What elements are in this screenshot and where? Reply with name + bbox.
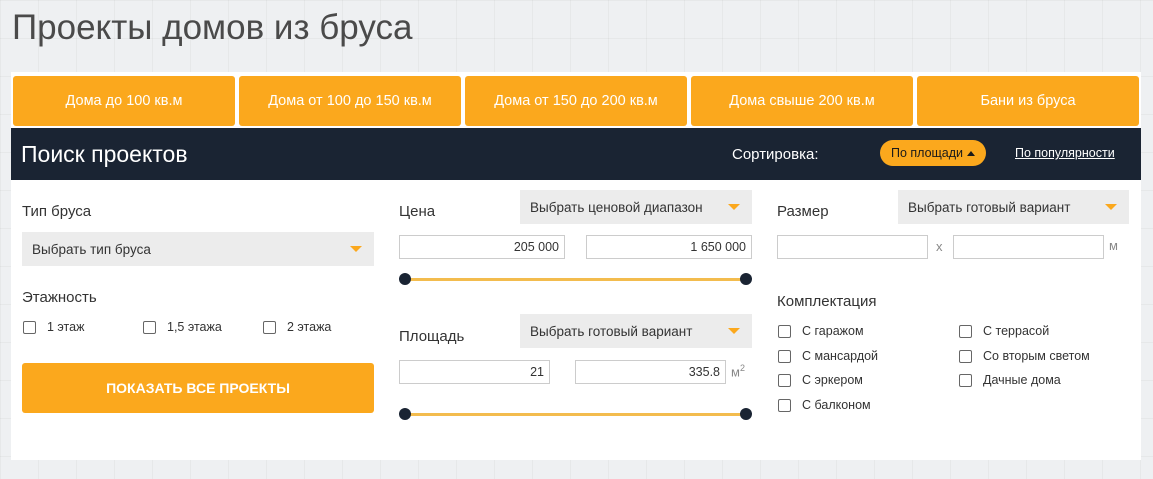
page-title: Проекты домов из бруса <box>12 8 413 47</box>
chevron-down-icon <box>728 328 740 334</box>
beam-type-label: Тип бруса <box>22 203 92 220</box>
size-length-input[interactable] <box>953 235 1104 259</box>
checkbox-icon[interactable] <box>778 324 791 338</box>
tab-over-200[interactable]: Дома свыше 200 кв.м <box>691 76 913 126</box>
chevron-down-icon <box>1105 204 1117 210</box>
area-max-input[interactable]: 335.8 <box>575 360 726 384</box>
floor-option-2[interactable]: 2 этажа <box>263 320 331 334</box>
chevron-down-icon <box>728 204 740 210</box>
size-preset-select[interactable]: Выбрать готовый вариант <box>898 190 1129 224</box>
area-unit: м2 <box>731 363 745 379</box>
equip-balcony[interactable]: С балконом <box>778 398 871 412</box>
price-label: Цена <box>399 203 436 220</box>
equip-option-label: С мансардой <box>802 349 879 363</box>
checkbox-icon[interactable] <box>23 320 36 334</box>
checkbox-icon[interactable] <box>959 324 972 338</box>
equip-option-label: С эркером <box>802 373 863 387</box>
floor-option-label: 1,5 этажа <box>167 320 222 334</box>
floor-option-label: 2 этажа <box>287 320 332 334</box>
checkbox-icon[interactable] <box>959 349 972 363</box>
equip-bay-window[interactable]: С эркером <box>778 373 863 387</box>
checkbox-icon[interactable] <box>959 373 972 387</box>
search-header: Поиск проектов Сортировка: По площади По… <box>11 128 1141 180</box>
floors-label: Этажность <box>22 289 97 306</box>
size-unit: м <box>1109 238 1118 253</box>
equip-option-label: Со вторым светом <box>983 349 1090 363</box>
chevron-down-icon <box>350 246 362 252</box>
area-preset-select-value: Выбрать готовый вариант <box>530 323 693 339</box>
area-unit-sup: 2 <box>739 363 745 373</box>
equipment-label: Комплектация <box>777 293 877 310</box>
area-slider-min-handle[interactable] <box>399 408 411 420</box>
size-width-input[interactable] <box>777 235 928 259</box>
equip-garage[interactable]: С гаражом <box>778 324 864 338</box>
checkbox-icon[interactable] <box>778 349 791 363</box>
area-min-input[interactable]: 21 <box>399 360 550 384</box>
category-tabs: Дома до 100 кв.м Дома от 100 до 150 кв.м… <box>13 76 1141 126</box>
tab-saunas[interactable]: Бани из бруса <box>917 76 1139 126</box>
area-slider-max-handle[interactable] <box>740 408 752 420</box>
tab-100-150[interactable]: Дома от 100 до 150 кв.м <box>239 76 461 126</box>
checkbox-icon[interactable] <box>263 320 276 334</box>
beam-type-select-value: Выбрать тип бруса <box>32 241 151 257</box>
equip-cottage[interactable]: Дачные дома <box>959 373 1061 387</box>
checkbox-icon[interactable] <box>778 373 791 387</box>
equip-option-label: С балконом <box>802 398 871 412</box>
price-range-select[interactable]: Выбрать ценовой диапазон <box>520 190 752 224</box>
search-title: Поиск проектов <box>21 141 188 167</box>
sort-up-icon <box>967 150 976 156</box>
catalog-panel: Дома до 100 кв.м Дома от 100 до 150 кв.м… <box>11 72 1141 460</box>
tab-up-to-100[interactable]: Дома до 100 кв.м <box>13 76 235 126</box>
equip-option-label: Дачные дома <box>983 373 1061 387</box>
show-all-projects-button[interactable]: ПОКАЗАТЬ ВСЕ ПРОЕКТЫ <box>22 363 374 413</box>
size-label: Размер <box>777 203 829 220</box>
equip-option-label: С террасой <box>983 324 1050 338</box>
checkbox-icon[interactable] <box>778 398 791 412</box>
checkbox-icon[interactable] <box>143 320 156 334</box>
tab-150-200[interactable]: Дома от 150 до 200 кв.м <box>465 76 687 126</box>
price-slider-max-handle[interactable] <box>740 273 752 285</box>
size-preset-select-value: Выбрать готовый вариант <box>908 199 1071 215</box>
sort-by-popularity-link[interactable]: По популярности <box>1015 146 1115 160</box>
floor-option-label: 1 этаж <box>47 320 85 334</box>
price-min-input[interactable]: 205 000 <box>399 235 565 259</box>
price-max-input[interactable]: 1 650 000 <box>586 235 752 259</box>
area-label: Площадь <box>399 328 465 345</box>
equip-attic[interactable]: С мансардой <box>778 349 878 363</box>
equip-terrace[interactable]: С террасой <box>959 324 1049 338</box>
equip-option-label: С гаражом <box>802 324 864 338</box>
sort-by-area-label: По площади <box>890 146 964 160</box>
sort-by-area-button[interactable]: По площади <box>880 140 986 166</box>
area-slider-track[interactable] <box>405 413 745 416</box>
floor-option-1-5[interactable]: 1,5 этажа <box>143 320 222 334</box>
floor-option-1[interactable]: 1 этаж <box>23 320 84 334</box>
equip-second-light[interactable]: Со вторым светом <box>959 349 1090 363</box>
price-range-select-value: Выбрать ценовой диапазон <box>530 199 703 215</box>
area-unit-label: м <box>731 364 740 380</box>
price-slider-track[interactable] <box>405 278 745 281</box>
price-slider-min-handle[interactable] <box>399 273 411 285</box>
sort-label: Сортировка: <box>732 146 819 163</box>
beam-type-select[interactable]: Выбрать тип бруса <box>22 232 374 266</box>
size-x-separator: x <box>936 239 943 254</box>
area-preset-select[interactable]: Выбрать готовый вариант <box>520 314 752 348</box>
